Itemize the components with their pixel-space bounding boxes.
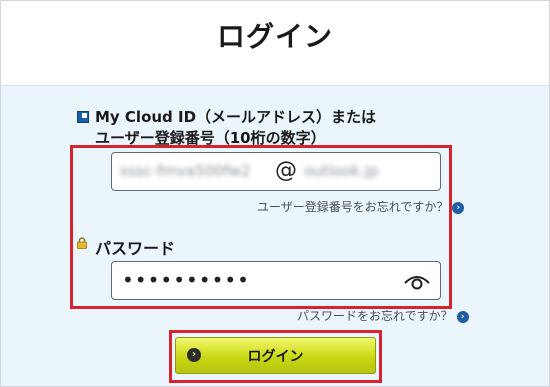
forgot-password-link[interactable]: パスワードをお忘れですか？ › — [297, 307, 469, 324]
form-highlight-box — [70, 145, 452, 309]
id-card-icon — [77, 111, 89, 123]
button-highlight-box — [169, 330, 382, 383]
header: ログイン — [1, 1, 549, 86]
id-label-line1: My Cloud ID（メールアドレス）または — [95, 108, 377, 126]
page-title: ログイン — [216, 20, 333, 53]
forgot-password-link-text[interactable]: パスワードをお忘れですか？ — [297, 309, 453, 323]
arrow-right-icon: › — [456, 310, 469, 323]
arrow-right-icon: › — [452, 201, 465, 214]
